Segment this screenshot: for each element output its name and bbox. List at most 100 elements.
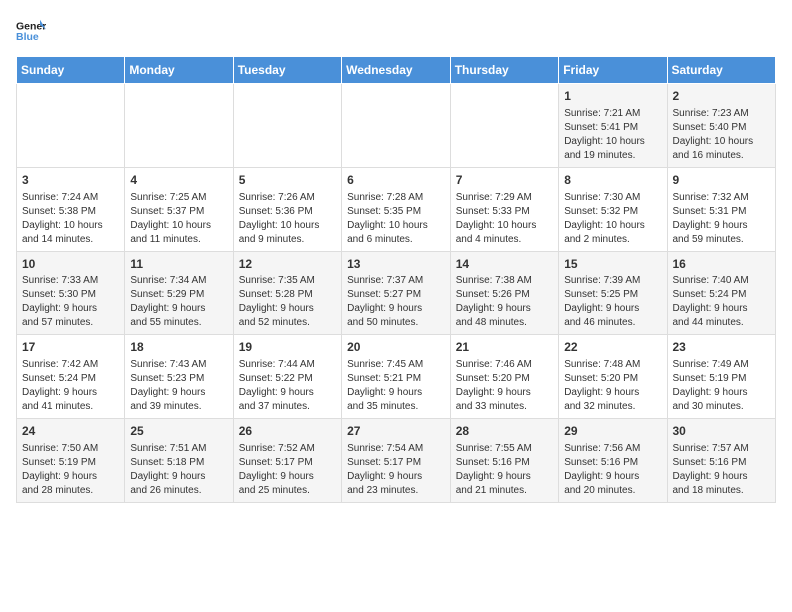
calendar-cell: 12Sunrise: 7:35 AM Sunset: 5:28 PM Dayli… xyxy=(233,251,341,335)
day-info: Sunrise: 7:55 AM Sunset: 5:16 PM Dayligh… xyxy=(456,442,553,498)
calendar-cell: 28 Sunrise: 7:55 AM Sunset: 5:16 PM Dayli… xyxy=(450,419,558,503)
day-info: Sunrise: 7:23 AM Sunset: 5:40 PM Dayligh… xyxy=(673,107,771,163)
logo-icon: General Blue xyxy=(16,16,46,46)
day-number: 22 xyxy=(564,339,661,356)
calendar-cell xyxy=(17,84,125,168)
day-info: Sunrise: 7:51 AM Sunset: 5:18 PM Dayligh… xyxy=(130,442,227,498)
day-number: 26 xyxy=(239,423,336,440)
calendar-cell: 9 Sunrise: 7:32 AM Sunset: 5:31 PM Daylig… xyxy=(667,167,776,251)
day-number: 21 xyxy=(456,339,553,356)
calendar-cell: 6Sunrise: 7:28 AM Sunset: 5:35 PM Daylig… xyxy=(342,167,451,251)
day-number: 12 xyxy=(239,256,336,273)
calendar-cell: 22 Sunrise: 7:48 AM Sunset: 5:20 PM Dayli… xyxy=(559,335,667,419)
day-number: 10 xyxy=(22,256,119,273)
calendar-cell: 4Sunrise: 7:25 AM Sunset: 5:37 PM Daylig… xyxy=(125,167,233,251)
day-info: Sunrise: 7:40 AM Sunset: 5:24 PM Dayligh… xyxy=(673,274,771,330)
day-info: Sunrise: 7:29 AM Sunset: 5:33 PM Dayligh… xyxy=(456,191,553,247)
calendar-day-header: Wednesday xyxy=(342,57,451,84)
calendar-cell: 8 Sunrise: 7:30 AM Sunset: 5:32 PM Daylig… xyxy=(559,167,667,251)
calendar-cell: 30Sunrise: 7:57 AM Sunset: 5:16 PM Dayli… xyxy=(667,419,776,503)
day-number: 16 xyxy=(673,256,771,273)
calendar-cell: 27 Sunrise: 7:54 AM Sunset: 5:17 PM Dayli… xyxy=(342,419,451,503)
calendar-cell: 2 Sunrise: 7:23 AM Sunset: 5:40 PM Daylig… xyxy=(667,84,776,168)
day-info: Sunrise: 7:43 AM Sunset: 5:23 PM Dayligh… xyxy=(130,358,227,414)
calendar-day-header: Friday xyxy=(559,57,667,84)
calendar-day-header: Tuesday xyxy=(233,57,341,84)
calendar-cell: 15Sunrise: 7:39 AM Sunset: 5:25 PM Dayli… xyxy=(559,251,667,335)
calendar-cell: 29Sunrise: 7:56 AM Sunset: 5:16 PM Dayli… xyxy=(559,419,667,503)
day-info: Sunrise: 7:34 AM Sunset: 5:29 PM Dayligh… xyxy=(130,274,227,330)
day-number: 14 xyxy=(456,256,553,273)
day-info: Sunrise: 7:56 AM Sunset: 5:16 PM Dayligh… xyxy=(564,442,661,498)
day-info: Sunrise: 7:48 AM Sunset: 5:20 PM Dayligh… xyxy=(564,358,661,414)
calendar-cell: 14Sunrise: 7:38 AM Sunset: 5:26 PM Dayli… xyxy=(450,251,558,335)
calendar-cell: 5 Sunrise: 7:26 AM Sunset: 5:36 PM Daylig… xyxy=(233,167,341,251)
calendar-cell: 10Sunrise: 7:33 AM Sunset: 5:30 PM Dayli… xyxy=(17,251,125,335)
calendar-cell: 7Sunrise: 7:29 AM Sunset: 5:33 PM Daylig… xyxy=(450,167,558,251)
day-info: Sunrise: 7:30 AM Sunset: 5:32 PM Dayligh… xyxy=(564,191,661,247)
day-number: 8 xyxy=(564,172,661,189)
calendar-week-row: 24 Sunrise: 7:50 AM Sunset: 5:19 PM Dayli… xyxy=(17,419,776,503)
day-number: 18 xyxy=(130,339,227,356)
calendar-cell: 26 Sunrise: 7:52 AM Sunset: 5:17 PM Dayli… xyxy=(233,419,341,503)
day-info: Sunrise: 7:39 AM Sunset: 5:25 PM Dayligh… xyxy=(564,274,661,330)
day-number: 3 xyxy=(22,172,119,189)
calendar-cell xyxy=(342,84,451,168)
day-number: 6 xyxy=(347,172,445,189)
calendar-cell: 11Sunrise: 7:34 AM Sunset: 5:29 PM Dayli… xyxy=(125,251,233,335)
day-number: 2 xyxy=(673,88,771,105)
day-number: 24 xyxy=(22,423,119,440)
day-info: Sunrise: 7:21 AM Sunset: 5:41 PM Dayligh… xyxy=(564,107,661,163)
day-info: Sunrise: 7:50 AM Sunset: 5:19 PM Dayligh… xyxy=(22,442,119,498)
day-info: Sunrise: 7:49 AM Sunset: 5:19 PM Dayligh… xyxy=(673,358,771,414)
day-number: 19 xyxy=(239,339,336,356)
day-number: 20 xyxy=(347,339,445,356)
calendar-week-row: 1 Sunrise: 7:21 AM Sunset: 5:41 PM Daylig… xyxy=(17,84,776,168)
day-info: Sunrise: 7:44 AM Sunset: 5:22 PM Dayligh… xyxy=(239,358,336,414)
calendar-header: SundayMondayTuesdayWednesdayThursdayFrid… xyxy=(17,57,776,84)
calendar-cell: 23Sunrise: 7:49 AM Sunset: 5:19 PM Dayli… xyxy=(667,335,776,419)
calendar-cell: 25 Sunrise: 7:51 AM Sunset: 5:18 PM Dayli… xyxy=(125,419,233,503)
calendar-week-row: 10Sunrise: 7:33 AM Sunset: 5:30 PM Dayli… xyxy=(17,251,776,335)
day-number: 15 xyxy=(564,256,661,273)
day-number: 28 xyxy=(456,423,553,440)
day-info: Sunrise: 7:42 AM Sunset: 5:24 PM Dayligh… xyxy=(22,358,119,414)
day-info: Sunrise: 7:38 AM Sunset: 5:26 PM Dayligh… xyxy=(456,274,553,330)
calendar-body: 1 Sunrise: 7:21 AM Sunset: 5:41 PM Daylig… xyxy=(17,84,776,503)
day-info: Sunrise: 7:24 AM Sunset: 5:38 PM Dayligh… xyxy=(22,191,119,247)
calendar-cell: 17 Sunrise: 7:42 AM Sunset: 5:24 PM Dayli… xyxy=(17,335,125,419)
calendar-cell: 1 Sunrise: 7:21 AM Sunset: 5:41 PM Daylig… xyxy=(559,84,667,168)
day-number: 5 xyxy=(239,172,336,189)
svg-text:Blue: Blue xyxy=(16,31,39,43)
day-info: Sunrise: 7:52 AM Sunset: 5:17 PM Dayligh… xyxy=(239,442,336,498)
calendar-cell: 19 Sunrise: 7:44 AM Sunset: 5:22 PM Dayli… xyxy=(233,335,341,419)
day-info: Sunrise: 7:26 AM Sunset: 5:36 PM Dayligh… xyxy=(239,191,336,247)
day-info: Sunrise: 7:37 AM Sunset: 5:27 PM Dayligh… xyxy=(347,274,445,330)
logo: General Blue xyxy=(16,16,46,46)
day-info: Sunrise: 7:46 AM Sunset: 5:20 PM Dayligh… xyxy=(456,358,553,414)
day-number: 25 xyxy=(130,423,227,440)
day-number: 27 xyxy=(347,423,445,440)
calendar-day-header: Saturday xyxy=(667,57,776,84)
calendar-week-row: 3 Sunrise: 7:24 AM Sunset: 5:38 PM Daylig… xyxy=(17,167,776,251)
day-info: Sunrise: 7:33 AM Sunset: 5:30 PM Dayligh… xyxy=(22,274,119,330)
day-number: 1 xyxy=(564,88,661,105)
day-info: Sunrise: 7:57 AM Sunset: 5:16 PM Dayligh… xyxy=(673,442,771,498)
day-info: Sunrise: 7:35 AM Sunset: 5:28 PM Dayligh… xyxy=(239,274,336,330)
calendar-cell: 3 Sunrise: 7:24 AM Sunset: 5:38 PM Daylig… xyxy=(17,167,125,251)
calendar-table: SundayMondayTuesdayWednesdayThursdayFrid… xyxy=(16,56,776,503)
calendar-cell xyxy=(450,84,558,168)
day-number: 17 xyxy=(22,339,119,356)
day-info: Sunrise: 7:54 AM Sunset: 5:17 PM Dayligh… xyxy=(347,442,445,498)
day-number: 9 xyxy=(673,172,771,189)
calendar-header-row: SundayMondayTuesdayWednesdayThursdayFrid… xyxy=(17,57,776,84)
day-info: Sunrise: 7:32 AM Sunset: 5:31 PM Dayligh… xyxy=(673,191,771,247)
day-info: Sunrise: 7:45 AM Sunset: 5:21 PM Dayligh… xyxy=(347,358,445,414)
day-info: Sunrise: 7:25 AM Sunset: 5:37 PM Dayligh… xyxy=(130,191,227,247)
calendar-day-header: Sunday xyxy=(17,57,125,84)
calendar-cell: 16Sunrise: 7:40 AM Sunset: 5:24 PM Dayli… xyxy=(667,251,776,335)
calendar-cell: 13Sunrise: 7:37 AM Sunset: 5:27 PM Dayli… xyxy=(342,251,451,335)
calendar-cell: 21 Sunrise: 7:46 AM Sunset: 5:20 PM Dayli… xyxy=(450,335,558,419)
calendar-cell xyxy=(125,84,233,168)
calendar-week-row: 17 Sunrise: 7:42 AM Sunset: 5:24 PM Dayli… xyxy=(17,335,776,419)
